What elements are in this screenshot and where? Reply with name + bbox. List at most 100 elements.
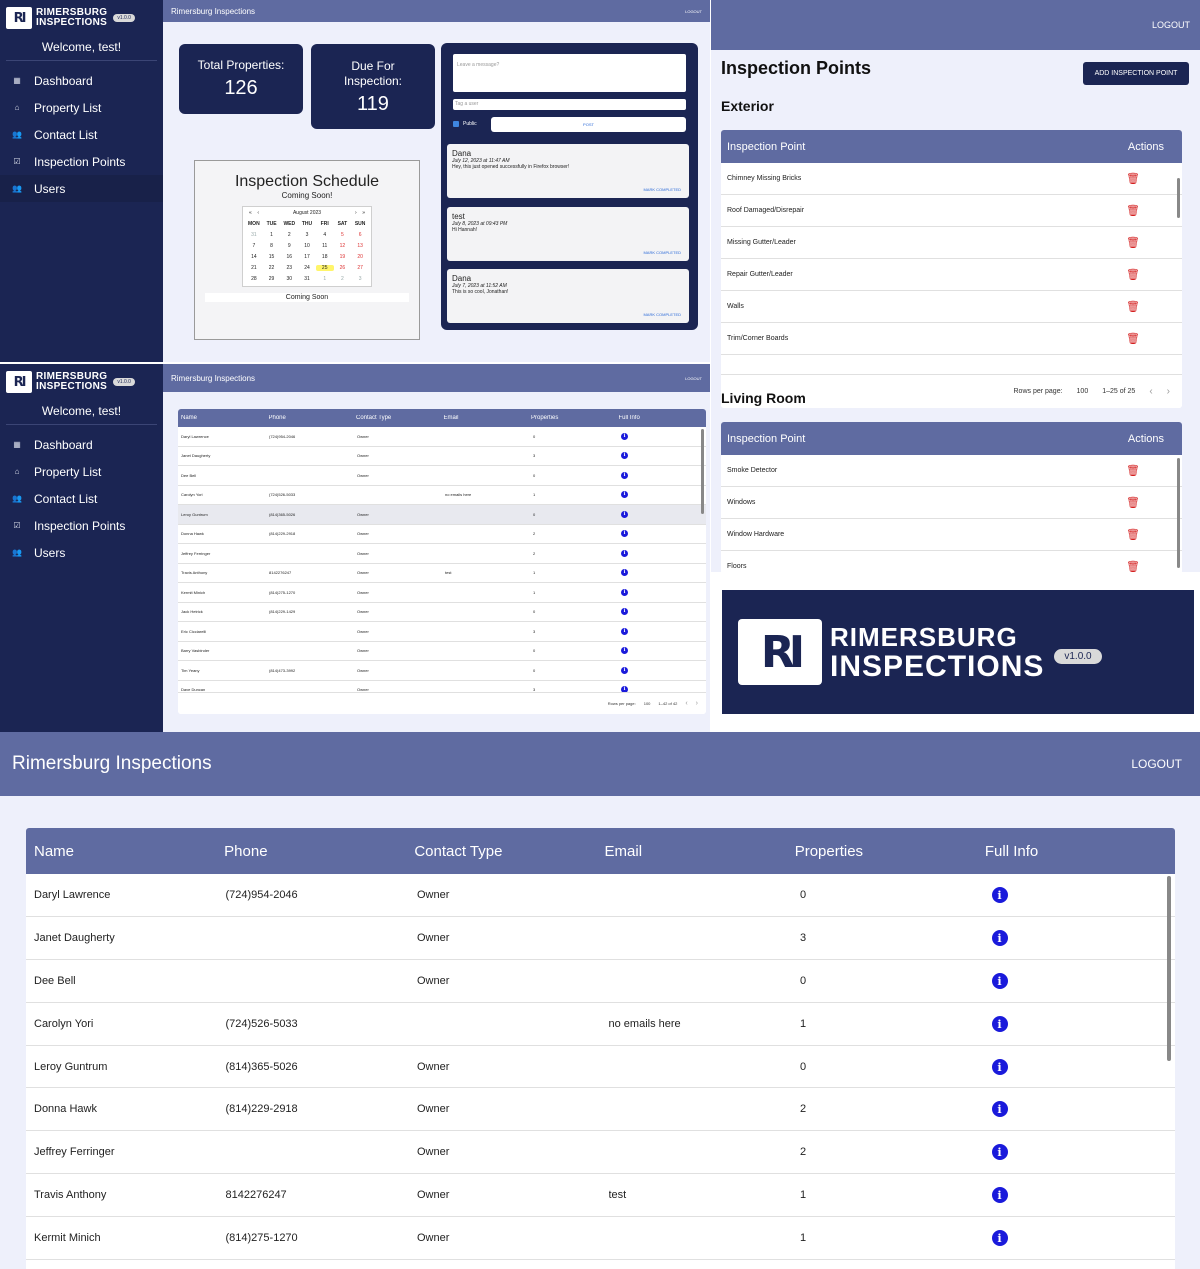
calendar-day[interactable]: 23 xyxy=(280,265,298,271)
sidebar-item-contact-list[interactable]: 👥 Contact List xyxy=(0,121,163,148)
rows-per-page-select[interactable]: 100 xyxy=(1077,388,1089,395)
post-button[interactable]: POST xyxy=(491,117,686,132)
calendar-day[interactable]: 5 xyxy=(334,232,352,238)
scrollbar[interactable] xyxy=(1177,178,1180,218)
sidebar-logo[interactable]: RI RIMERSBURG INSPECTIONS v1.0.0 xyxy=(0,364,163,394)
calendar-day[interactable]: 30 xyxy=(280,276,298,282)
calendar-day[interactable]: 3 xyxy=(351,276,369,282)
next-month-button[interactable]: › xyxy=(355,210,357,216)
next-year-button[interactable]: » xyxy=(362,210,365,216)
calendar-day[interactable]: 10 xyxy=(298,243,316,249)
calendar-day[interactable]: 26 xyxy=(334,265,352,271)
sidebar-item-contact-list[interactable]: 👥 Contact List xyxy=(0,485,163,512)
chevron-right-icon[interactable]: › xyxy=(1167,386,1170,397)
info-icon[interactable]: i xyxy=(991,1101,1008,1118)
table-row[interactable]: Janet Daugherty Owner 3 i xyxy=(26,917,1175,960)
trash-icon[interactable]: 🗑 xyxy=(1126,204,1140,217)
calendar-day[interactable]: 2 xyxy=(280,232,298,238)
info-icon[interactable]: i xyxy=(991,886,1008,903)
info-icon[interactable]: i xyxy=(991,1230,1008,1247)
sidebar-item-users[interactable]: 👥 Users xyxy=(0,175,163,202)
calendar-day[interactable]: 14 xyxy=(245,254,263,260)
sidebar-logo[interactable]: RI RIMERSBURG INSPECTIONS v1.0.0 xyxy=(0,0,163,30)
calendar-day[interactable]: 17 xyxy=(298,254,316,260)
chevron-left-icon[interactable]: ‹ xyxy=(685,700,687,707)
trash-icon[interactable]: 🗑 xyxy=(1126,528,1140,541)
calendar-day[interactable]: 13 xyxy=(351,243,369,249)
table-row[interactable]: Carolyn Yori (724)526-5033 no emails here 1… xyxy=(26,1003,1175,1046)
calendar-day[interactable]: 1 xyxy=(263,232,281,238)
table-row[interactable]: Jeffrey Ferringer Owner 2 i xyxy=(26,1131,1175,1175)
table-row[interactable]: Kermit Minich (814)275-1270 Owner 1 i xyxy=(178,583,706,603)
scrollbar[interactable] xyxy=(1177,458,1180,568)
table-row[interactable]: Dee Bell Owner 0 i xyxy=(178,466,706,486)
calendar-day[interactable]: 9 xyxy=(280,243,298,249)
scrollbar[interactable] xyxy=(1167,876,1171,1061)
add-inspection-point-button[interactable]: ADD INSPECTION POINT xyxy=(1083,62,1189,85)
table-row[interactable]: Travis Anthony 8142276247 Owner test 1 i xyxy=(26,1174,1175,1218)
info-icon[interactable]: i xyxy=(621,549,628,557)
sidebar-item-inspection-points[interactable]: ☑ Inspection Points xyxy=(0,148,163,175)
calendar-day[interactable]: 22 xyxy=(263,265,281,271)
trash-icon[interactable]: 🗑 xyxy=(1126,560,1140,572)
calendar-day[interactable]: 15 xyxy=(263,254,281,260)
calendar-day[interactable]: 2 xyxy=(334,276,352,282)
info-icon[interactable]: i xyxy=(991,1144,1008,1161)
calendar-day[interactable]: 19 xyxy=(334,254,352,260)
info-icon[interactable]: i xyxy=(621,510,628,518)
tag-user-input[interactable]: Tag a user xyxy=(453,99,686,110)
table-row[interactable]: Carolyn Yori (724)526-5033 no emails here 1… xyxy=(178,486,706,505)
calendar[interactable]: « ‹ August 2023 › » MON TUE WED THU FRI SAT SU… xyxy=(242,206,372,287)
info-icon[interactable]: i xyxy=(621,588,628,596)
table-row[interactable]: Jack Hetrick (814)229-1429 Owner 0 i xyxy=(178,603,706,622)
calendar-day[interactable]: 7 xyxy=(245,243,263,249)
info-icon[interactable]: i xyxy=(621,530,628,538)
calendar-day[interactable]: 4 xyxy=(316,232,334,238)
calendar-day[interactable]: 1 xyxy=(316,276,334,282)
info-icon[interactable]: i xyxy=(621,491,628,499)
table-row[interactable]: Kermit Minich (814)275-1270 Owner 1 i xyxy=(26,1217,1175,1261)
calendar-day[interactable]: 3 xyxy=(298,232,316,238)
table-row[interactable]: Leroy Guntrum (814)365-5026 Owner 0 i xyxy=(178,505,706,525)
calendar-day[interactable]: 24 xyxy=(298,265,316,271)
message-input[interactable]: Leave a message? xyxy=(453,54,686,92)
info-icon[interactable]: i xyxy=(621,666,628,674)
table-row[interactable]: Daryl Lawrence (724)954-2046 Owner 0 i xyxy=(26,874,1175,917)
rows-per-page-select[interactable]: 100 xyxy=(644,701,651,706)
sidebar-item-dashboard[interactable]: ▦ Dashboard xyxy=(0,67,163,94)
calendar-day[interactable]: 28 xyxy=(245,276,263,282)
logout-button[interactable]: LOGOUT xyxy=(685,376,702,381)
table-row[interactable]: Tim Yeany (814)473-3992 Owner 0 i xyxy=(178,661,706,681)
table-row[interactable]: Donna Hawk (814)229-2918 Owner 2 i xyxy=(26,1088,1175,1132)
table-row[interactable]: Donna Hawk (814)229-2918 Owner 2 i xyxy=(178,525,706,544)
calendar-day[interactable]: 16 xyxy=(280,254,298,260)
calendar-month[interactable]: August 2023 xyxy=(293,210,321,216)
logout-button[interactable]: LOGOUT xyxy=(1152,20,1190,30)
calendar-day[interactable]: 12 xyxy=(334,243,352,249)
info-icon[interactable]: i xyxy=(991,972,1008,989)
calendar-day[interactable]: 8 xyxy=(263,243,281,249)
calendar-day[interactable]: 11 xyxy=(316,243,334,249)
info-icon[interactable]: i xyxy=(991,1058,1008,1075)
mark-completed-button[interactable]: MARK COMPLETED xyxy=(643,250,681,255)
table-row[interactable]: Janet Daugherty Owner 3 i xyxy=(178,447,706,466)
trash-icon[interactable]: 🗑 xyxy=(1126,300,1140,313)
info-icon[interactable]: i xyxy=(621,452,628,460)
logout-button[interactable]: LOGOUT xyxy=(1131,757,1182,771)
trash-icon[interactable]: 🗑 xyxy=(1126,236,1140,249)
info-icon[interactable]: i xyxy=(991,1187,1008,1204)
calendar-day[interactable]: 21 xyxy=(245,265,263,271)
chevron-left-icon[interactable]: ‹ xyxy=(1149,386,1152,397)
info-icon[interactable]: i xyxy=(621,471,628,479)
chevron-right-icon[interactable]: › xyxy=(696,700,698,707)
trash-icon[interactable]: 🗑 xyxy=(1126,268,1140,281)
calendar-day[interactable]: 27 xyxy=(351,265,369,271)
sidebar-item-property-list[interactable]: ⌂ Property List xyxy=(0,94,163,121)
info-icon[interactable]: i xyxy=(621,432,628,440)
mark-completed-button[interactable]: MARK COMPLETED xyxy=(643,187,681,192)
calendar-day[interactable]: 29 xyxy=(263,276,281,282)
calendar-day[interactable]: 6 xyxy=(351,232,369,238)
info-icon[interactable]: i xyxy=(991,929,1008,946)
prev-year-button[interactable]: « xyxy=(249,210,252,216)
public-checkbox[interactable]: Public xyxy=(453,121,477,127)
